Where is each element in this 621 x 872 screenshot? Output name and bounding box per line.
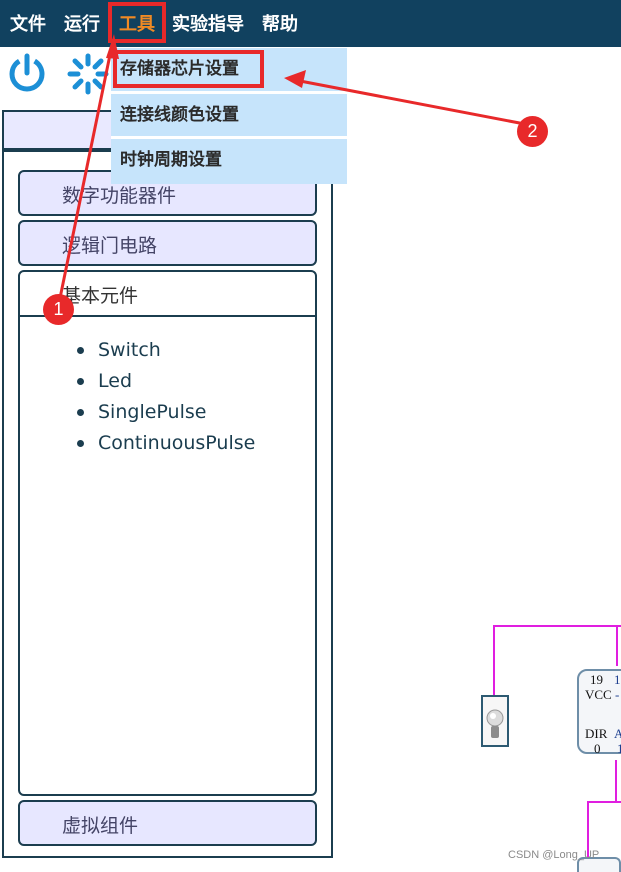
chip-pin-label: 18 [614, 672, 621, 687]
chip-pin-label: 19 [590, 672, 603, 687]
watermark: CSDN @Long_UP [508, 849, 600, 861]
chip-vcc-label: VCC [585, 687, 612, 702]
chip-pin-label: 0 [594, 741, 601, 756]
chip-component[interactable]: 19 18 VCC - DIR A 0 1 [577, 669, 621, 756]
annotation-badge-2: 2 [517, 116, 548, 147]
annotation-arrow-2 [284, 70, 531, 127]
annotation-arrow-1 [57, 34, 119, 304]
switch-icon [486, 709, 504, 738]
annotation-badge-1: 1 [43, 294, 74, 325]
switch-component[interactable] [481, 695, 509, 747]
chip-pin-label: 1 [617, 741, 621, 756]
chip-dir-label: DIR [585, 726, 608, 741]
chip-a-label: A [614, 726, 621, 741]
